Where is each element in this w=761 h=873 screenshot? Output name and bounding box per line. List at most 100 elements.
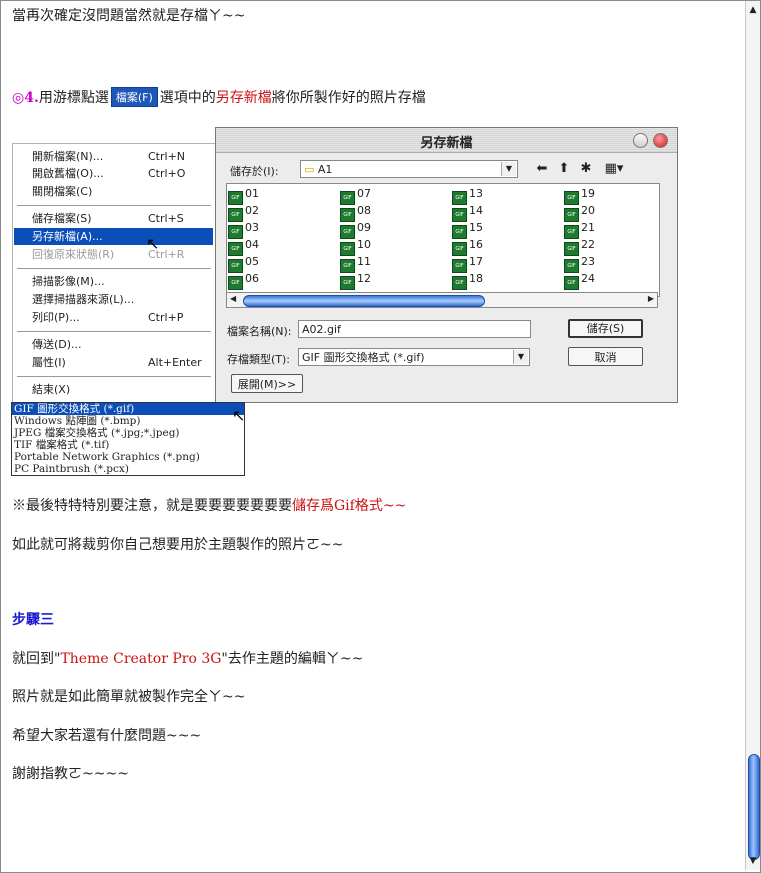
save-as-dialog: 另存新檔 儲存於(I): ▭ A1 ▼ ⬅ ⬆ ✱ ▦▾ GIF 01 GIF 02 G… xyxy=(215,127,678,403)
menu-item-print[interactable]: 列印(P)... Ctrl+P xyxy=(14,309,213,326)
back-icon[interactable]: ⬅ xyxy=(534,161,550,177)
file-item[interactable]: GIF 08 xyxy=(340,202,371,222)
file-item[interactable]: GIF 04 xyxy=(228,236,259,256)
crop-line: 如此就可將裁剪你自己想要用於主題製作的照片ㄛ~~ xyxy=(12,537,344,553)
menu-item-properties[interactable]: 屬性(I) Alt+Enter xyxy=(14,354,213,371)
file-item[interactable]: GIF 22 xyxy=(564,236,595,256)
file-item[interactable]: GIF 16 xyxy=(452,236,483,256)
format-option-png[interactable]: Portable Network Graphics (*.png) xyxy=(12,451,244,463)
menu-item-scan[interactable]: 掃描影像(M)... xyxy=(14,273,213,290)
file-item[interactable]: GIF 21 xyxy=(564,219,595,239)
chevron-down-icon: ▼ xyxy=(513,350,528,364)
file-name: 22 xyxy=(581,238,595,251)
menu-item-shortcut: Alt+Enter xyxy=(148,356,202,369)
menu-item-label: 掃描影像(M)... xyxy=(32,275,105,288)
page-scrollbar[interactable]: ▲ ▼ xyxy=(745,1,760,870)
menu-item-save[interactable]: 儲存檔案(S) Ctrl+S xyxy=(14,210,213,227)
view-menu-icon[interactable]: ▦▾ xyxy=(602,161,626,177)
menu-item-label: 另存新檔(A)... xyxy=(32,230,103,243)
horizontal-scrollbar[interactable]: ◀ ▶ xyxy=(226,292,658,308)
mouse-pointer-icon: ↖ xyxy=(232,406,246,425)
file-name: 24 xyxy=(581,272,595,285)
filename-label: 檔案名稱(N): xyxy=(227,325,292,338)
file-item[interactable]: GIF 19 xyxy=(564,185,595,205)
file-name: 03 xyxy=(245,221,259,234)
return-pre: 就回到" xyxy=(12,651,61,667)
return-post: "去作主題的編輯ㄚ~~ xyxy=(221,651,364,667)
minimize-icon[interactable] xyxy=(633,133,648,148)
menu-item-open[interactable]: 開啟舊檔(O)... Ctrl+O xyxy=(14,165,213,182)
expand-button[interactable]: 展開(M)>> xyxy=(231,374,303,393)
step3-heading: 步驟三 xyxy=(12,612,54,628)
file-item[interactable]: GIF 15 xyxy=(452,219,483,239)
save-in-dropdown[interactable]: ▭ A1 ▼ xyxy=(300,160,518,178)
file-name: 20 xyxy=(581,204,595,217)
page-scroll-thumb[interactable] xyxy=(748,754,760,860)
note-highlight: 儲存爲Gif格式~~ xyxy=(292,498,407,514)
file-item[interactable]: GIF 10 xyxy=(340,236,371,256)
menu-item-save-as[interactable]: 另存新檔(A)... xyxy=(14,228,213,245)
menu-item-shortcut: Ctrl+S xyxy=(148,212,184,225)
menu-item-new[interactable]: 開新檔案(N)... Ctrl+N xyxy=(14,148,213,165)
step4-number: ◎4. xyxy=(12,90,39,106)
menu-separator xyxy=(17,331,211,333)
menu-item-send[interactable]: 傳送(D)... xyxy=(14,336,213,353)
file-menu-badge: 檔案(F) xyxy=(110,87,158,107)
filetype-dropdown[interactable]: GIF 圖形交換格式 (*.gif) ▼ xyxy=(298,348,530,366)
filename-input[interactable]: A02.gif xyxy=(298,320,531,338)
format-option-gif[interactable]: GIF 圖形交換格式 (*.gif) xyxy=(12,403,244,415)
menu-item-label: 儲存檔案(S) xyxy=(32,212,92,225)
save-button[interactable]: 儲存(S) xyxy=(568,319,643,338)
menu-item-revert[interactable]: 回復原來狀態(R) Ctrl+R xyxy=(14,246,213,263)
file-name: 14 xyxy=(469,204,483,217)
file-item[interactable]: GIF 06 xyxy=(228,270,259,290)
format-option-bmp[interactable]: Windows 點陣圖 (*.bmp) xyxy=(12,415,244,427)
format-option-pcx[interactable]: PC Paintbrush (*.pcx) xyxy=(12,463,244,475)
menu-separator xyxy=(17,205,211,207)
file-name: 18 xyxy=(469,272,483,285)
format-option-jpeg[interactable]: JPEG 檔案交換格式 (*.jpg;*.jpeg) xyxy=(12,427,244,439)
format-option-tif[interactable]: TIF 檔案格式 (*.tif) xyxy=(12,439,244,451)
menu-item-exit[interactable]: 結束(X) xyxy=(14,381,213,398)
file-item[interactable]: GIF 17 xyxy=(452,253,483,273)
file-item[interactable]: GIF 05 xyxy=(228,253,259,273)
thanks-line: 謝謝指教ㄛ~~~~ xyxy=(12,766,129,782)
file-item[interactable]: GIF 12 xyxy=(340,270,371,290)
close-icon[interactable] xyxy=(653,133,668,148)
new-folder-icon[interactable]: ✱ xyxy=(578,161,594,177)
file-item[interactable]: GIF 03 xyxy=(228,219,259,239)
scroll-right-icon[interactable]: ▶ xyxy=(648,294,654,303)
file-item[interactable]: GIF 07 xyxy=(340,185,371,205)
file-item[interactable]: GIF 02 xyxy=(228,202,259,222)
menu-item-select-scanner[interactable]: 選擇掃描器來源(L)... xyxy=(14,291,213,308)
file-item[interactable]: GIF 23 xyxy=(564,253,595,273)
scroll-down-icon[interactable]: ▼ xyxy=(747,855,759,867)
return-line: 就回到"Theme Creator Pro 3G"去作主題的編輯ㄚ~~ xyxy=(12,648,363,668)
cancel-button[interactable]: 取消 xyxy=(568,347,643,366)
menu-item-close[interactable]: 關閉檔案(C) xyxy=(14,183,213,200)
step4-highlight: 另存新檔 xyxy=(215,90,272,106)
file-item[interactable]: GIF 01 xyxy=(228,185,259,205)
file-item[interactable]: GIF 18 xyxy=(452,270,483,290)
file-item[interactable]: GIF 24 xyxy=(564,270,595,290)
note-text: ※最後特特特別要注意，就是要要要要要要要 xyxy=(12,498,292,514)
folder-icon: ▭ xyxy=(304,163,315,176)
file-format-list[interactable]: GIF 圖形交換格式 (*.gif) Windows 點陣圖 (*.bmp) J… xyxy=(11,402,245,476)
scroll-thumb[interactable] xyxy=(243,295,485,307)
file-item[interactable]: GIF 11 xyxy=(340,253,371,273)
file-list[interactable]: GIF 01 GIF 02 GIF 03 GIF 04 GIF 05 GIF 06 GIF 07 GIF 08… xyxy=(226,183,660,297)
file-item[interactable]: GIF 14 xyxy=(452,202,483,222)
save-in-value: A1 xyxy=(317,163,333,176)
scroll-up-icon[interactable]: ▲ xyxy=(747,4,759,16)
file-item[interactable]: GIF 20 xyxy=(564,202,595,222)
file-name: 12 xyxy=(357,272,371,285)
up-folder-icon[interactable]: ⬆ xyxy=(556,161,572,177)
file-item[interactable]: GIF 13 xyxy=(452,185,483,205)
gif-file-icon: GIF xyxy=(564,276,579,290)
scroll-left-icon[interactable]: ◀ xyxy=(230,294,236,303)
app-name: Theme Creator Pro 3G xyxy=(60,651,222,667)
file-item[interactable]: GIF 09 xyxy=(340,219,371,239)
file-name: 19 xyxy=(581,187,595,200)
gif-file-icon: GIF xyxy=(340,276,355,290)
menu-item-label: 屬性(I) xyxy=(32,356,66,369)
